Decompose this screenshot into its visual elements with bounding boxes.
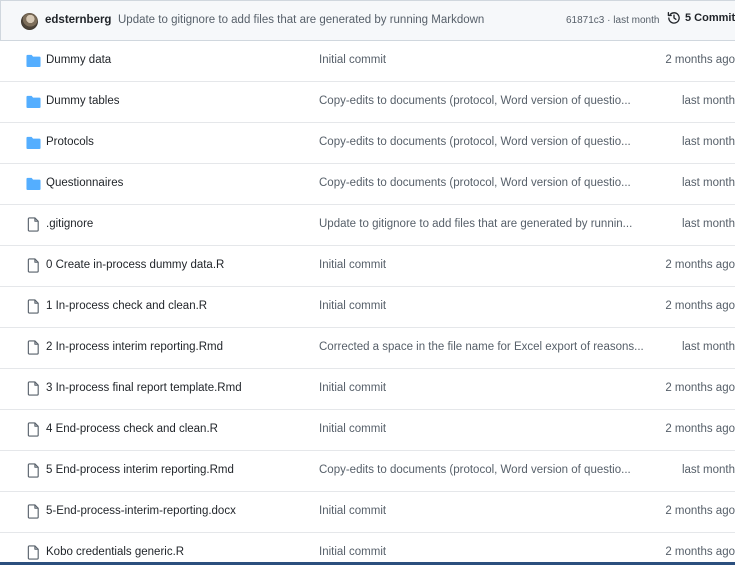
file-name-link[interactable]: Kobo credentials generic.R [46,546,184,558]
file-commit-age: 2 months ago [665,54,735,66]
commits-count-label: 5 Commits [685,12,735,24]
file-name-link[interactable]: Dummy data [46,54,111,66]
file-commit-message-link[interactable]: Copy-edits to documents (protocol, Word … [319,136,631,148]
file-row[interactable]: 1 In-process check and clean.R Initial co… [0,287,735,328]
file-name-link[interactable]: Dummy tables [46,95,120,107]
file-commit-age: last month [681,95,735,107]
file-commit-age: last month [681,464,735,476]
commit-age: last month [613,15,660,26]
folder-icon [26,54,41,68]
history-icon [667,11,681,25]
file-icon [26,299,41,314]
file-commit-message-link[interactable]: Copy-edits to documents (protocol, Word … [319,95,631,107]
file-name-link[interactable]: 3 In-process final report template.Rmd [46,382,242,394]
file-list: Dummy data Initial commit 2 months ago Dumm… [0,41,735,565]
file-row[interactable]: 3 In-process final report template.Rmd In… [0,369,735,410]
file-commit-age: 2 months ago [665,382,735,394]
file-commit-message-link[interactable]: Copy-edits to documents (protocol, Word … [319,464,631,476]
file-commit-message-link[interactable]: Corrected a space in the file name for E… [319,341,644,353]
file-row[interactable]: Questionnaires Copy-edits to documents (p… [0,164,735,205]
file-commit-age: last month [681,177,735,189]
file-commit-age: last month [681,341,735,353]
file-row[interactable]: 0 Create in-process dummy data.R Initial … [0,246,735,287]
file-row[interactable]: .gitignore Update to gitignore to add fil… [0,205,735,246]
file-name-link[interactable]: Questionnaires [46,177,123,189]
commit-author-link[interactable]: edsternberg [45,14,111,26]
file-icon [26,381,41,396]
file-name-link[interactable]: 4 End-process check and clean.R [46,423,218,435]
file-icon [26,340,41,355]
commit-message-link[interactable]: Update to gitignore to add files that ar… [118,14,484,26]
folder-icon [26,136,41,150]
file-icon [26,463,41,478]
file-commit-message-link[interactable]: Initial commit [319,505,386,517]
file-row[interactable]: 2 In-process interim reporting.Rmd Correc… [0,328,735,369]
file-commit-age: 2 months ago [665,300,735,312]
file-commit-message-link[interactable]: Initial commit [319,300,386,312]
folder-icon [26,95,41,109]
file-name-link[interactable]: 5-End-process-interim-reporting.docx [46,505,236,517]
file-icon [26,545,41,560]
file-row[interactable]: Protocols Copy-edits to documents (protoc… [0,123,735,164]
commit-meta: 61871c3 · last month [566,15,659,26]
file-name-link[interactable]: 1 In-process check and clean.R [46,300,207,312]
file-icon [26,422,41,437]
file-commit-message-link[interactable]: Initial commit [319,259,386,271]
file-commit-message-link[interactable]: Initial commit [319,382,386,394]
file-commit-age: 2 months ago [665,423,735,435]
file-commit-message-link[interactable]: Copy-edits to documents (protocol, Word … [319,177,631,189]
file-commit-age: 2 months ago [665,546,735,558]
file-commit-age: last month [681,218,735,230]
file-row[interactable]: 4 End-process check and clean.R Initial c… [0,410,735,451]
file-name-link[interactable]: Protocols [46,136,94,148]
author-avatar[interactable] [21,13,38,30]
file-row[interactable]: 5-End-process-interim-reporting.docx Init… [0,492,735,533]
commits-history-link[interactable]: 5 Commits [667,11,735,25]
file-icon [26,217,41,232]
file-row[interactable]: Kobo credentials generic.R Initial commit… [0,533,735,565]
file-commit-message-link[interactable]: Initial commit [319,423,386,435]
file-icon [26,504,41,519]
file-row[interactable]: Dummy tables Copy-edits to documents (pro… [0,82,735,123]
file-commit-message-link[interactable]: Update to gitignore to add files that ar… [319,218,632,230]
file-name-link[interactable]: .gitignore [46,218,93,230]
file-commit-age: last month [681,136,735,148]
file-name-link[interactable]: 0 Create in-process dummy data.R [46,259,224,271]
latest-commit-bar: edsternberg Update to gitignore to add f… [0,0,735,41]
file-name-link[interactable]: 5 End-process interim reporting.Rmd [46,464,234,476]
file-commit-age: 2 months ago [665,259,735,271]
repository-file-browser: edsternberg Update to gitignore to add f… [0,0,735,565]
folder-icon [26,177,41,191]
file-row[interactable]: 5 End-process interim reporting.Rmd Copy-… [0,451,735,492]
file-row[interactable]: Dummy data Initial commit 2 months ago [0,41,735,82]
file-name-link[interactable]: 2 In-process interim reporting.Rmd [46,341,223,353]
commit-meta-separator: · [607,15,611,26]
file-commit-message-link[interactable]: Initial commit [319,54,386,66]
file-icon [26,258,41,273]
file-commit-message-link[interactable]: Initial commit [319,546,386,558]
commit-sha-link[interactable]: 61871c3 [566,15,604,26]
file-commit-age: 2 months ago [665,505,735,517]
